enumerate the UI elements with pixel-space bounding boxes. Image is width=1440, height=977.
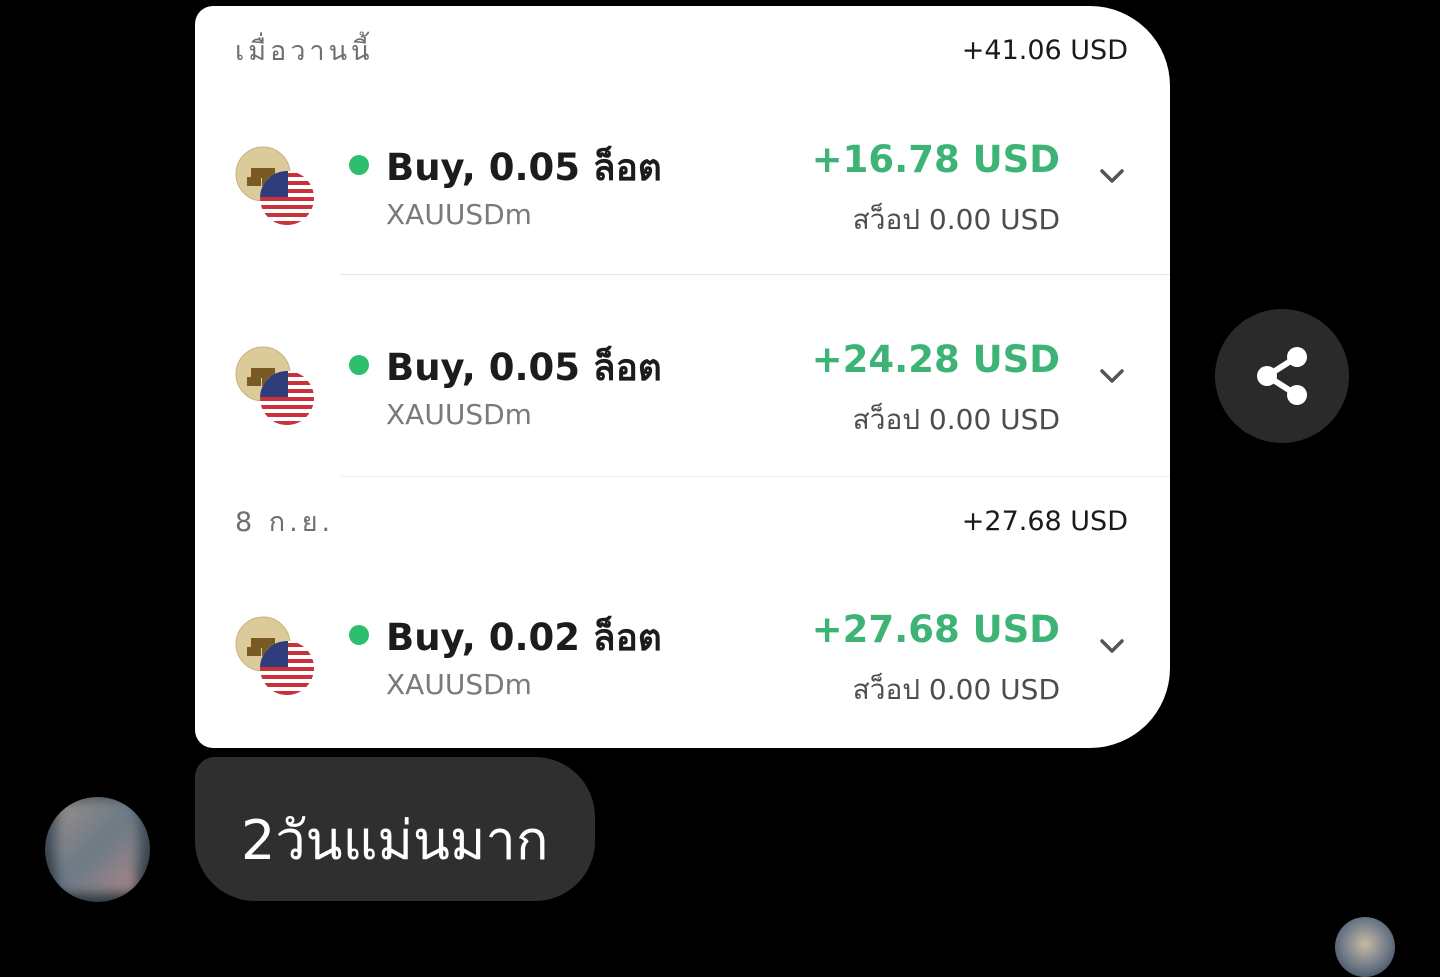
trade-row[interactable]: Buy, 0.05 ล็อต XAUUSDm +24.28 USD สว็อป … (195, 332, 1170, 462)
trade-row[interactable]: Buy, 0.05 ล็อต XAUUSDm +16.78 USD สว็อป … (195, 132, 1170, 262)
status-dot (349, 155, 369, 175)
trade-swap: สว็อป 0.00 USD (852, 203, 1060, 236)
trade-swap: สว็อป 0.00 USD (852, 673, 1060, 706)
sender-avatar[interactable] (45, 797, 150, 902)
group-header: เมื่อวานนี้ +41.06 USD (235, 30, 1128, 70)
trade-symbol: XAUUSDm (386, 198, 532, 231)
trade-title: Buy, 0.02 ล็อต (386, 616, 662, 659)
status-dot (349, 625, 369, 645)
chevron-down-icon[interactable] (1098, 632, 1126, 660)
gold-usd-pair-icon (235, 616, 314, 695)
group-total: +41.06 USD (961, 34, 1128, 66)
gold-usd-pair-icon (235, 146, 314, 225)
gold-usd-pair-icon (235, 346, 314, 425)
group-date: เมื่อวานนี้ (235, 35, 374, 67)
message-text: 2วันแม่นมาก (241, 809, 549, 872)
trade-title: Buy, 0.05 ล็อต (386, 146, 662, 189)
trade-profit: +16.78 USD (811, 138, 1060, 181)
group-header: 8 ก.ย. +27.68 USD (235, 501, 1128, 541)
trade-symbol: XAUUSDm (386, 668, 532, 701)
share-icon (1257, 347, 1307, 405)
trade-swap: สว็อป 0.00 USD (852, 403, 1060, 436)
trade-title: Buy, 0.05 ล็อต (386, 346, 662, 389)
share-button[interactable] (1215, 309, 1349, 443)
avatar-photo (57, 801, 137, 893)
trade-profit: +27.68 USD (811, 608, 1060, 651)
chevron-down-icon[interactable] (1098, 162, 1126, 190)
trade-row[interactable]: Buy, 0.02 ล็อต XAUUSDm +27.68 USD สว็อป … (195, 602, 1170, 732)
trade-profit: +24.28 USD (811, 338, 1060, 381)
group-date: 8 ก.ย. (235, 506, 335, 538)
chat-message-bubble[interactable]: 2วันแม่นมาก (195, 757, 595, 901)
read-receipt-avatar (1335, 917, 1395, 977)
status-dot (349, 355, 369, 375)
trade-symbol: XAUUSDm (386, 398, 532, 431)
trade-history-card: เมื่อวานนี้ +41.06 USD Buy, 0.05 ล็อต XA… (195, 6, 1170, 748)
chevron-down-icon[interactable] (1098, 362, 1126, 390)
group-total: +27.68 USD (961, 505, 1128, 537)
row-divider (340, 274, 1170, 275)
row-divider (340, 476, 1170, 477)
